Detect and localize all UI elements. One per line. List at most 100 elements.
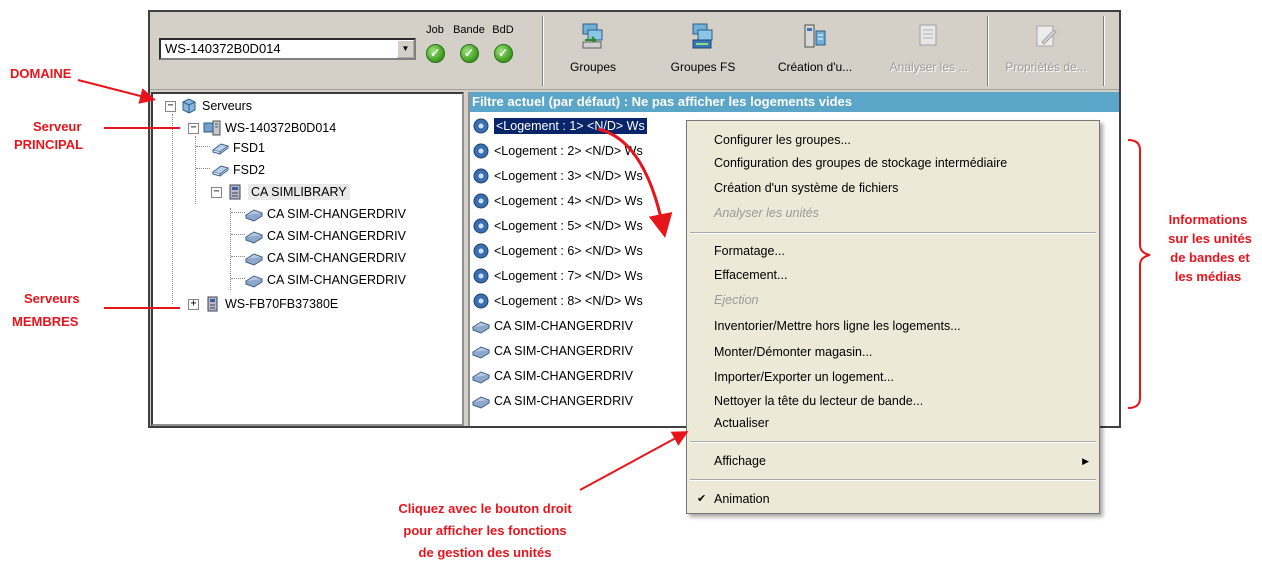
tree-connector [231,212,245,213]
analyze-button[interactable]: Analyser les ... [874,18,984,84]
fs-groups-button[interactable]: Groupes FS [660,18,746,84]
slot-row[interactable]: <Logement : 8> <N/D> Wѕ [472,290,643,312]
slot-row[interactable]: <Logement : 1> <N/D> Wѕ [472,115,647,137]
slot-row[interactable]: <Logement : 3> <N/D> Wѕ [472,165,643,187]
drive-row[interactable]: CA SIM-CHANGERDRIV [472,340,633,362]
properties-icon [1036,25,1057,47]
menu-display[interactable]: Affichage [714,450,766,472]
server-select-value: WS-140372B0D014 [165,41,281,56]
tree-node-drive[interactable]: CA SIM-CHANGERDRIV [245,204,406,224]
menu-create-fs[interactable]: Création d'un système de fichiers [714,177,898,199]
menu-configure-groups[interactable]: Configurer les groupes... [714,129,851,151]
analyze-button-label: Analyser les ... [889,60,969,74]
toolbar-separator [987,16,989,86]
menu-erase[interactable]: Effacement... [714,264,787,286]
tree-node-fsd2[interactable]: FSD2 [211,160,265,180]
slot-row-label: <Logement : 8> <N/D> Wѕ [494,294,643,308]
slot-row[interactable]: <Logement : 2> <N/D> Wѕ [472,140,643,162]
annotation-serveur: Serveur [33,119,82,134]
slot-row[interactable]: <Logement : 6> <N/D> Wѕ [472,240,643,262]
tree-node-servers[interactable]: − Serveurs [165,96,252,116]
properties-button-label: Propriétés de... [1005,60,1087,74]
submenu-arrow-icon: ▶ [1082,456,1089,466]
annotation-membres: MEMBRES [12,314,79,329]
tree-node-drive[interactable]: CA SIM-CHANGERDRIV [245,248,406,268]
tree-node-fsd2-label: FSD2 [233,163,265,177]
server-select[interactable]: WS-140372B0D014 ▼ [159,38,416,60]
groups-icon [582,23,603,49]
annotation-click-line3: de gestion des unités [418,545,552,560]
menu-eject[interactable]: Ejection [714,289,758,311]
create-fs-icon [804,24,826,48]
disk-icon [211,143,229,155]
properties-button[interactable]: Propriétés de... [992,18,1100,84]
tree-node-drive-label: CA SIM-CHANGERDRIV [267,207,406,221]
arrow-click-hint [579,431,689,491]
tree-node-member-server[interactable]: + WS-FB70FB37380E [188,294,338,314]
status-db: BdD ✓ [486,24,520,63]
tree-node-fsd1[interactable]: FSD1 [211,138,265,158]
annotation-info-line1: Informations [1168,212,1248,227]
tape-icon [473,193,489,209]
tree-node-library[interactable]: − CA SIMLIBRARY [211,182,350,202]
tape-drive-icon [472,321,490,334]
drive-row-label: CA SIM-CHANGERDRIV [494,344,633,358]
tree-connector [231,256,245,257]
collapse-icon[interactable]: − [211,186,222,198]
drive-row[interactable]: CA SIM-CHANGERDRIV [472,390,633,412]
servers-icon [182,98,196,114]
annotation-info-line4: les médias [1174,269,1242,284]
menu-separator [690,441,1096,443]
check-icon: ✓ [459,44,479,63]
collapse-icon[interactable]: − [188,122,199,134]
tree-node-drive-label: CA SIM-CHANGERDRIV [267,229,406,243]
disk-icon [211,165,229,177]
slot-row-label: <Logement : 6> <N/D> Wѕ [494,244,643,258]
status-db-label: BdD [492,24,514,36]
tree-connector [196,168,210,169]
create-fs-button-label: Création d'u... [777,60,853,74]
groups-button[interactable]: Groupes [558,18,628,84]
drive-row-label: CA SIM-CHANGERDRIV [494,319,633,333]
drive-row[interactable]: CA SIM-CHANGERDRIV [472,315,633,337]
tree-connector [172,114,173,304]
collapse-icon[interactable]: − [165,100,176,112]
primary-server-icon [203,120,221,136]
drive-row[interactable]: CA SIM-CHANGERDRIV [472,365,633,387]
slot-row-label: <Logement : 3> <N/D> Wѕ [494,169,643,183]
annotation-click-line1: Cliquez avec le bouton droit [398,501,572,516]
menu-mount-magazine[interactable]: Monter/Démonter magasin... [714,341,872,363]
menu-clean-head[interactable]: Nettoyer la tête du lecteur de bande... [714,390,923,412]
menu-import-export[interactable]: Importer/Exporter un logement... [714,366,894,388]
slot-row[interactable]: <Logement : 5> <N/D> Wѕ [472,215,643,237]
slot-row-label: <Logement : 5> <N/D> Wѕ [494,219,643,233]
tape-icon [473,243,489,259]
tree-node-drive[interactable]: CA SIM-CHANGERDRIV [245,270,406,290]
create-fs-button[interactable]: Création d'u... [762,18,868,84]
tree-node-drive[interactable]: CA SIM-CHANGERDRIV [245,226,406,246]
menu-format[interactable]: Formatage... [714,240,785,262]
tape-drive-icon [245,231,263,244]
annotation-serveurs: Serveurs [24,291,80,306]
tree-node-primary-server[interactable]: − WS-140372B0D014 [188,118,336,138]
slot-row[interactable]: <Logement : 7> <N/D> Wѕ [472,265,643,287]
menu-refresh[interactable]: Actualiser [714,412,769,434]
slot-row[interactable]: <Logement : 4> <N/D> Wѕ [472,190,643,212]
analyze-icon [919,24,937,46]
expand-icon[interactable]: + [188,298,199,310]
toolbar-separator [1103,16,1105,86]
fs-groups-icon [692,23,713,49]
bracket-info [1127,139,1151,409]
tree-node-drive-label: CA SIM-CHANGERDRIV [267,273,406,287]
menu-analyze-units[interactable]: Analyser les unités [714,202,819,224]
tape-drive-icon [245,275,263,288]
status-job-label: Job [426,24,444,36]
menu-separator [690,232,1096,234]
tree-node-primary-server-label: WS-140372B0D014 [225,121,337,135]
tree-node-drive-label: CA SIM-CHANGERDRIV [267,251,406,265]
chevron-down-icon[interactable]: ▼ [397,40,414,58]
tape-icon [473,143,489,159]
menu-inventory[interactable]: Inventorier/Mettre hors ligne les logeme… [714,315,961,337]
menu-animation[interactable]: Animation [714,488,770,510]
menu-staging-groups[interactable]: Configuration des groupes de stockage in… [714,152,1007,174]
